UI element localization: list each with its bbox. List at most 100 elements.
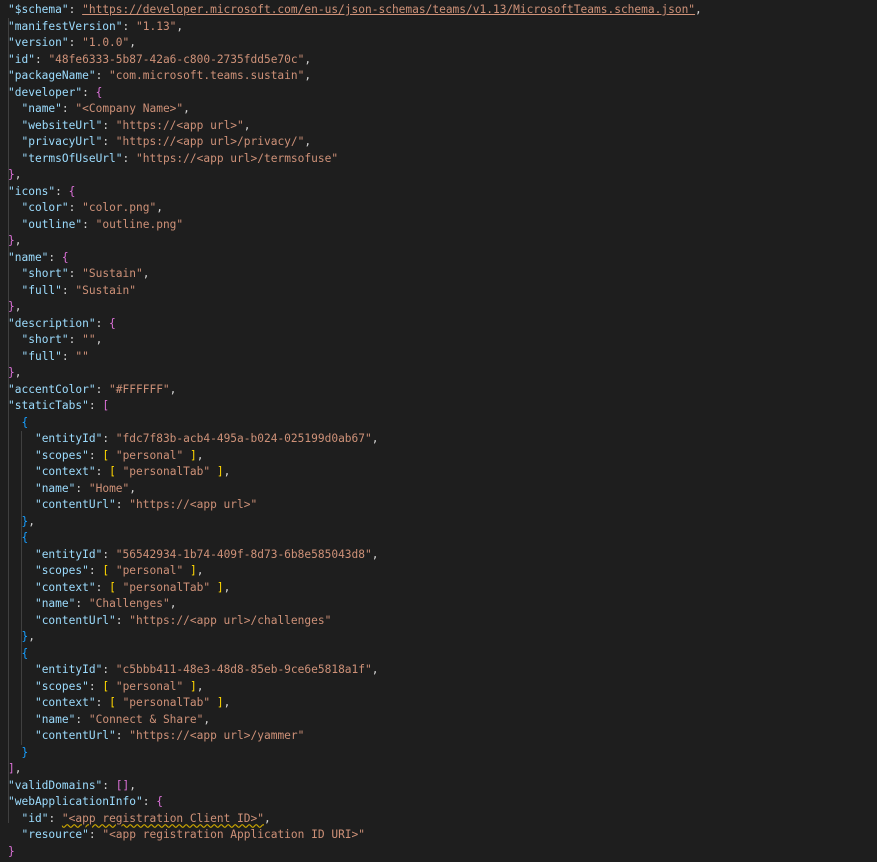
code-line[interactable]: "websiteUrl": "https://<app url>", — [8, 118, 251, 135]
code-token: : — [102, 118, 116, 132]
code-line[interactable]: "context": [ "personalTab" ], — [8, 464, 230, 481]
code-line[interactable]: "staticTabs": [ — [8, 398, 109, 415]
code-line[interactable]: "short": "Sustain", — [8, 266, 149, 283]
code-line[interactable]: "id": "48fe6333-5b87-42a6-c800-2735fdd5e… — [8, 52, 311, 69]
code-token: "name" — [34, 712, 76, 726]
code-line[interactable]: "outline": "outline.png" — [8, 217, 183, 234]
code-line[interactable]: }, — [8, 299, 22, 316]
code-token: "contentUrl" — [34, 729, 116, 742]
code-token: [] — [115, 778, 130, 792]
code-line[interactable]: "accentColor": "#FFFFFF", — [8, 382, 176, 399]
code-line[interactable]: "name": "Challenges", — [8, 596, 176, 613]
code-line[interactable]: "contentUrl": "https://<app url>/challen… — [8, 613, 331, 630]
code-token: , — [14, 234, 22, 247]
code-line[interactable]: ], — [8, 761, 22, 778]
code-line[interactable]: "id": "<app registration Client ID>", — [8, 811, 270, 828]
code-line[interactable]: "$schema": "https://developer.microsoft.… — [8, 2, 702, 19]
code-line[interactable]: "manifestVersion": "1.13", — [8, 19, 183, 36]
code-editor[interactable]: "$schema": "https://developer.microsoft.… — [0, 2, 877, 862]
code-token: "context" — [34, 696, 96, 709]
code-token: { — [95, 85, 103, 99]
code-line[interactable]: "scopes": [ "personal" ], — [8, 448, 203, 465]
code-line[interactable]: "version": "1.0.0", — [8, 35, 136, 52]
code-line[interactable]: "validDomains": [], — [8, 778, 136, 795]
code-line[interactable]: } — [8, 844, 15, 861]
code-token: : — [75, 481, 89, 495]
code-line[interactable]: }, — [8, 365, 22, 382]
code-token: { — [68, 184, 76, 198]
code-line[interactable]: "developer": { — [8, 85, 102, 102]
code-token: , — [129, 36, 137, 49]
code-token: : — [61, 283, 76, 297]
code-line[interactable]: "scopes": [ "personal" ], — [8, 679, 203, 696]
code-token: "https://<app url>/termsofuse" — [136, 151, 339, 165]
code-line[interactable]: { — [8, 646, 28, 663]
code-line[interactable]: { — [8, 530, 28, 547]
code-token: "https://<app url>/yammer" — [129, 729, 305, 742]
code-token: , — [129, 778, 137, 792]
code-line[interactable]: "name": "<Company Name>", — [8, 101, 190, 118]
code-token: "scopes" — [34, 564, 89, 577]
code-line[interactable]: }, — [8, 514, 35, 531]
code-line[interactable]: }, — [8, 167, 22, 184]
code-token: , — [196, 679, 204, 693]
code-token: "icons" — [8, 184, 56, 198]
code-line[interactable]: "entityId": "fdc7f83b-acb4-495a-b024-025… — [8, 431, 379, 448]
code-line[interactable]: "entityId": "56542934-1b74-409f-8d73-6b8… — [8, 547, 379, 564]
code-line[interactable]: "entityId": "c5bbb411-48e3-48d8-85eb-9ce… — [8, 662, 379, 679]
code-token: [ — [109, 696, 116, 709]
code-token: "#FFFFFF" — [109, 382, 170, 396]
code-line[interactable]: "contentUrl": "https://<app url>" — [8, 497, 257, 514]
code-token: , — [28, 514, 35, 528]
code-line[interactable]: "full": "Sustain" — [8, 283, 136, 300]
code-line[interactable]: "name": "Home", — [8, 481, 136, 498]
code-token: : — [95, 69, 110, 82]
code-token: "packageName" — [8, 69, 96, 82]
code-line[interactable]: "packageName": "com.microsoft.teams.sust… — [8, 68, 311, 85]
code-line[interactable]: "full": "" — [8, 349, 88, 366]
code-token: : — [142, 795, 157, 808]
code-token: : — [75, 597, 89, 610]
code-line[interactable]: "context": [ "personalTab" ], — [8, 580, 230, 597]
code-line[interactable]: "privacyUrl": "https://<app url>/privacy… — [8, 134, 311, 151]
code-line[interactable]: "color": "color.png", — [8, 200, 162, 217]
code-line[interactable]: "resource": "<app registration Applicati… — [8, 827, 365, 844]
code-line[interactable]: } — [8, 745, 28, 762]
code-token: , — [243, 118, 251, 132]
code-token: : — [61, 349, 76, 363]
code-token: "accentColor" — [8, 382, 96, 396]
code-line[interactable]: "short": "", — [8, 332, 102, 349]
code-token: [ — [102, 399, 110, 412]
code-line[interactable]: "scopes": [ "personal" ], — [8, 563, 203, 580]
code-token: : — [48, 811, 62, 825]
code-token: "termsOfUseUrl" — [21, 151, 123, 165]
code-line[interactable]: "name": { — [8, 250, 69, 267]
code-token: "personal" — [115, 679, 184, 693]
code-token: "fdc7f83b-acb4-495a-b024-025199d0ab67" — [115, 432, 372, 445]
code-line[interactable]: }, — [8, 233, 22, 250]
code-line[interactable]: "name": "Connect & Share", — [8, 712, 210, 729]
code-line[interactable]: "termsOfUseUrl": "https://<app url>/term… — [8, 151, 338, 168]
code-line[interactable]: { — [8, 415, 28, 432]
code-token: "privacyUrl" — [21, 135, 103, 148]
code-token: , — [183, 102, 190, 115]
code-token: : — [68, 333, 83, 346]
code-token: "color" — [21, 201, 69, 214]
code-line[interactable]: }, — [8, 629, 35, 646]
code-line[interactable]: "webApplicationInfo": { — [8, 794, 163, 811]
code-token: "developer" — [8, 85, 83, 99]
code-line[interactable]: "contentUrl": "https://<app url>/yammer" — [8, 728, 304, 745]
code-line[interactable]: "description": { — [8, 316, 116, 333]
code-token: { — [21, 646, 29, 660]
code-line[interactable]: "context": [ "personalTab" ], — [8, 695, 230, 712]
code-token: : — [68, 3, 83, 16]
code-line[interactable]: "icons": { — [8, 184, 75, 201]
code-token: : — [115, 498, 130, 511]
